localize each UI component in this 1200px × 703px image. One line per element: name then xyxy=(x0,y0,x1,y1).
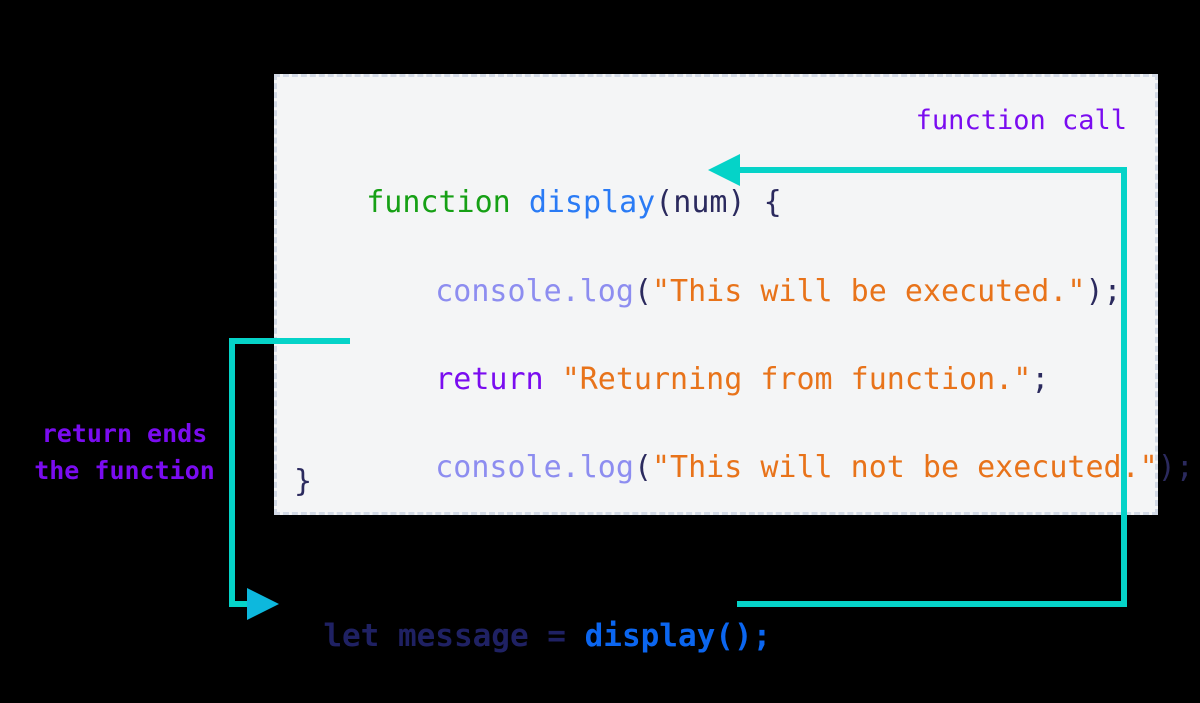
code-line-return-statement: return "Returning from function."; xyxy=(363,335,1049,425)
function-params: (num) { xyxy=(655,185,782,220)
code-line-console-log-not-executed: console.log("This will not be executed."… xyxy=(363,423,1194,513)
keyword-function: function xyxy=(366,185,511,220)
code-block-panel: function call function display(num) { co… xyxy=(274,74,1194,515)
string-literal: "This will be executed." xyxy=(652,274,1086,309)
method-console-log: console.log xyxy=(435,450,634,485)
keyword-return: return xyxy=(435,362,544,397)
paren-open: ( xyxy=(633,450,652,485)
paren-open: ( xyxy=(633,274,652,309)
method-console-log: console.log xyxy=(435,274,634,309)
string-literal: "This will not be executed." xyxy=(652,450,1158,485)
semicolon: ; xyxy=(1031,362,1050,397)
code-line-console-log-executed: console.log("This will be executed."); xyxy=(363,247,1122,337)
code-line-closing-brace: } xyxy=(294,464,313,499)
paren-close-semicolon: ); xyxy=(1157,450,1194,485)
paren-close-semicolon: ); xyxy=(1085,274,1122,309)
function-name-display: display xyxy=(528,185,656,220)
code-line-function-call: let message = display(); xyxy=(286,590,771,652)
code-line-function-declaration: function display(num) { xyxy=(294,158,782,248)
string-literal: "Returning from function." xyxy=(561,362,1032,397)
function-call-label: function call xyxy=(915,105,1127,136)
return-ends-function-annotation: return ends the function xyxy=(34,419,215,485)
function-invocation-display: display(); xyxy=(584,618,772,654)
return-flow-arrowhead-icon xyxy=(247,588,279,620)
variable-declaration: let message = xyxy=(323,618,585,654)
